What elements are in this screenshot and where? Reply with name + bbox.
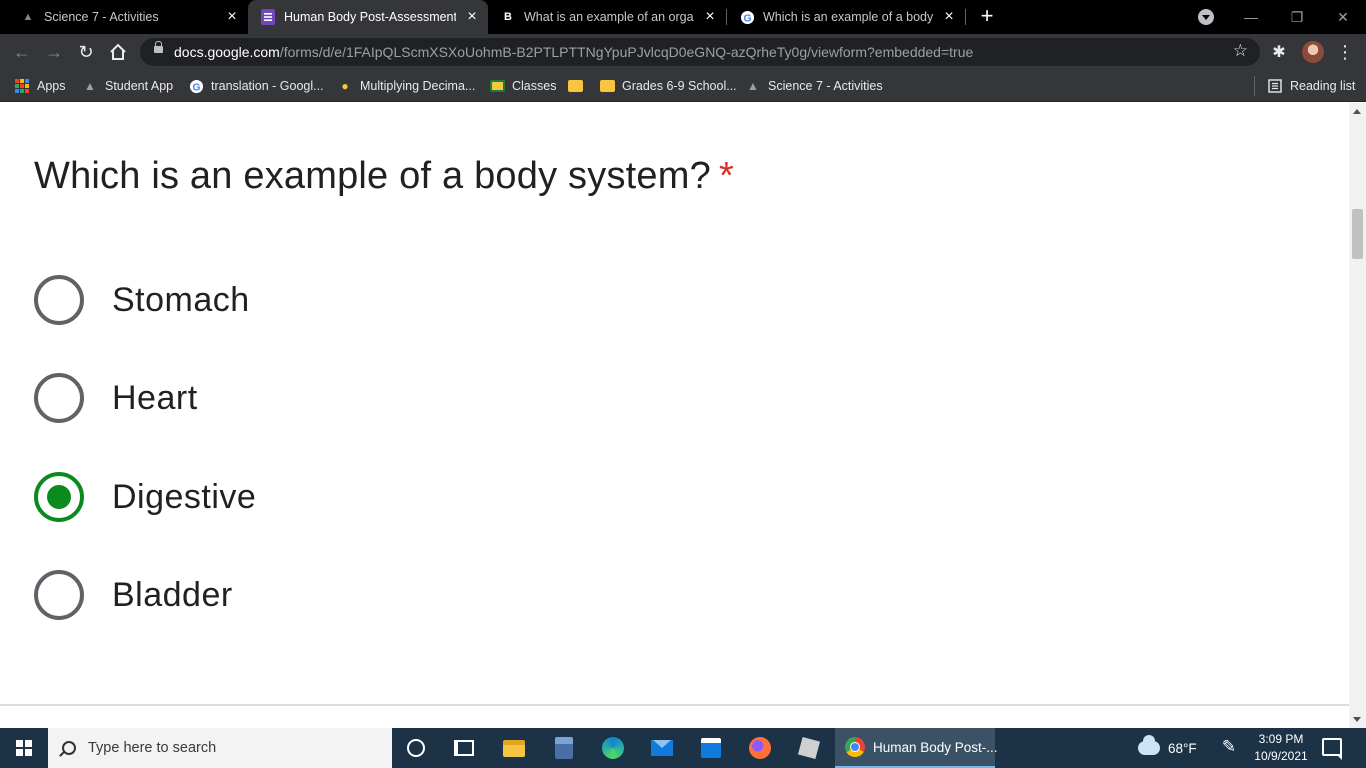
radio-option-bladder[interactable]: Bladder bbox=[34, 570, 233, 620]
bookmark-star-icon[interactable]: ☆ bbox=[1233, 41, 1248, 61]
roblox-icon[interactable] bbox=[797, 736, 821, 760]
cortana-icon[interactable] bbox=[404, 736, 428, 760]
classroom-icon: ▲ bbox=[22, 11, 34, 23]
tab-title: Human Body Post-Assessment G bbox=[284, 10, 456, 24]
google-forms-icon bbox=[260, 9, 276, 25]
bookmark-folder[interactable] bbox=[567, 76, 590, 96]
apps-grid-icon bbox=[14, 78, 30, 94]
option-label: Stomach bbox=[112, 280, 250, 319]
edge-icon[interactable] bbox=[601, 736, 625, 760]
close-icon[interactable]: × bbox=[939, 7, 959, 27]
chrome-icon bbox=[845, 737, 865, 757]
tab-example-organ[interactable]: B What is an example of an organ? × bbox=[488, 0, 726, 34]
scroll-up-arrow-icon[interactable] bbox=[1353, 109, 1361, 114]
radio-option-heart[interactable]: Heart bbox=[34, 373, 198, 423]
radio-option-stomach[interactable]: Stomach bbox=[34, 275, 250, 325]
bookmarks-bar: Apps ▲ Student App G translation - Googl… bbox=[0, 70, 1366, 102]
close-icon[interactable]: × bbox=[222, 7, 242, 27]
lock-icon bbox=[154, 41, 163, 53]
window-close-icon[interactable]: ✕ bbox=[1320, 0, 1366, 34]
svg-text:G: G bbox=[192, 82, 200, 93]
folder-icon bbox=[599, 78, 615, 94]
option-label: Heart bbox=[112, 378, 198, 417]
taskbar-search-input[interactable]: Type here to search bbox=[48, 728, 392, 768]
classroom-icon: ▲ bbox=[747, 79, 759, 93]
radio-button-selected[interactable] bbox=[34, 472, 84, 522]
file-explorer-icon[interactable] bbox=[502, 736, 526, 760]
profile-avatar[interactable] bbox=[1302, 41, 1324, 63]
folder-icon bbox=[567, 78, 583, 94]
taskbar-chrome-window[interactable]: Human Body Post-... bbox=[835, 728, 998, 768]
tab-title: Science 7 - Activities bbox=[44, 10, 159, 24]
required-asterisk: * bbox=[718, 155, 734, 197]
forward-arrow-icon[interactable]: → bbox=[42, 40, 66, 64]
start-button[interactable] bbox=[0, 728, 48, 768]
page-scrollbar[interactable] bbox=[1349, 103, 1366, 728]
option-label: Bladder bbox=[112, 575, 233, 614]
section-divider bbox=[0, 704, 1349, 706]
radio-button[interactable] bbox=[34, 373, 84, 423]
weather-widget[interactable]: 68°F bbox=[1138, 735, 1197, 760]
back-arrow-icon[interactable]: ← bbox=[10, 40, 34, 64]
google-icon: G bbox=[188, 78, 204, 94]
search-icon bbox=[62, 741, 76, 755]
calculator-icon[interactable] bbox=[552, 736, 576, 760]
bookmark-translation[interactable]: G translation - Googl... bbox=[188, 76, 324, 96]
menu-kebab-icon[interactable]: ⋮ bbox=[1336, 40, 1354, 64]
svg-text:G: G bbox=[743, 13, 751, 24]
tab-title: Which is an example of a body sy bbox=[763, 10, 933, 24]
bookmark-apps[interactable]: Apps bbox=[14, 76, 66, 96]
minimize-icon[interactable]: — bbox=[1228, 0, 1274, 34]
bookmark-multiplying-decimals[interactable]: ● Multiplying Decima... bbox=[337, 76, 475, 96]
tab-title: What is an example of an organ? bbox=[524, 10, 694, 24]
new-tab-plus-icon[interactable]: + bbox=[975, 5, 999, 29]
bookmark-science-activities[interactable]: ▲ Science 7 - Activities bbox=[745, 76, 883, 96]
firefox-icon[interactable] bbox=[748, 736, 772, 760]
home-icon[interactable] bbox=[106, 40, 130, 64]
close-icon[interactable]: × bbox=[462, 7, 482, 27]
tab-body-system-search[interactable]: G Which is an example of a body sy × bbox=[727, 0, 965, 34]
scrollbar-thumb[interactable] bbox=[1352, 209, 1363, 259]
reload-icon[interactable]: ↻ bbox=[74, 40, 98, 64]
pen-icon[interactable]: ✎ bbox=[1218, 737, 1240, 759]
question-title: Which is an example of a body system? * bbox=[34, 155, 734, 197]
cloud-icon bbox=[1138, 735, 1160, 755]
radio-button[interactable] bbox=[34, 570, 84, 620]
tab-science-activities[interactable]: ▲ Science 7 - Activities × bbox=[8, 0, 248, 34]
bookmark-classes[interactable]: Classes bbox=[489, 76, 556, 96]
tab-strip: ▲ Science 7 - Activities × Human Body Po… bbox=[0, 0, 1366, 34]
bookmarks-separator bbox=[1254, 76, 1255, 96]
classroom-icon: ▲ bbox=[84, 79, 96, 93]
windows-logo-icon bbox=[16, 740, 32, 756]
task-view-icon[interactable] bbox=[452, 736, 476, 760]
notification-center-icon[interactable] bbox=[1322, 738, 1342, 760]
store-icon[interactable] bbox=[699, 736, 723, 760]
windows-taskbar: Type here to search Human Body Post-... … bbox=[0, 728, 1366, 768]
bookmark-student-app[interactable]: ▲ Student App bbox=[82, 76, 173, 96]
google-icon: G bbox=[739, 9, 755, 25]
tab-search-chevron-icon[interactable] bbox=[1198, 9, 1214, 25]
scroll-down-arrow-icon[interactable] bbox=[1353, 717, 1361, 722]
browser-toolbar: ← → ↻ docs.google.com/forms/d/e/1FAIpQLS… bbox=[0, 34, 1366, 70]
radio-button[interactable] bbox=[34, 275, 84, 325]
close-icon[interactable]: × bbox=[700, 7, 720, 27]
address-bar[interactable]: docs.google.com/forms/d/e/1FAIpQLScmXSXo… bbox=[140, 38, 1260, 66]
classroom-icon bbox=[489, 78, 505, 94]
radio-option-digestive[interactable]: Digestive bbox=[34, 472, 256, 522]
tab-separator bbox=[965, 9, 966, 25]
restore-icon[interactable]: ❐ bbox=[1274, 0, 1320, 34]
reading-list[interactable]: Reading list bbox=[1267, 76, 1355, 96]
reading-list-icon bbox=[1267, 78, 1283, 94]
extensions-puzzle-icon[interactable]: ✱ bbox=[1270, 42, 1288, 61]
option-label: Digestive bbox=[112, 477, 257, 516]
bookmark-grades-6-9[interactable]: Grades 6-9 School... bbox=[599, 76, 737, 96]
taskbar-clock[interactable]: 3:09 PM 10/9/2021 bbox=[1250, 731, 1312, 765]
url-text: docs.google.com/forms/d/e/1FAIpQLScmXSXo… bbox=[174, 44, 974, 60]
brainly-icon: B bbox=[504, 11, 512, 23]
form-content: Which is an example of a body system? * S… bbox=[0, 103, 1349, 728]
tab-human-body-assessment[interactable]: Human Body Post-Assessment G × bbox=[248, 0, 488, 34]
lightbulb-icon: ● bbox=[341, 79, 349, 93]
mail-icon[interactable] bbox=[650, 736, 674, 760]
